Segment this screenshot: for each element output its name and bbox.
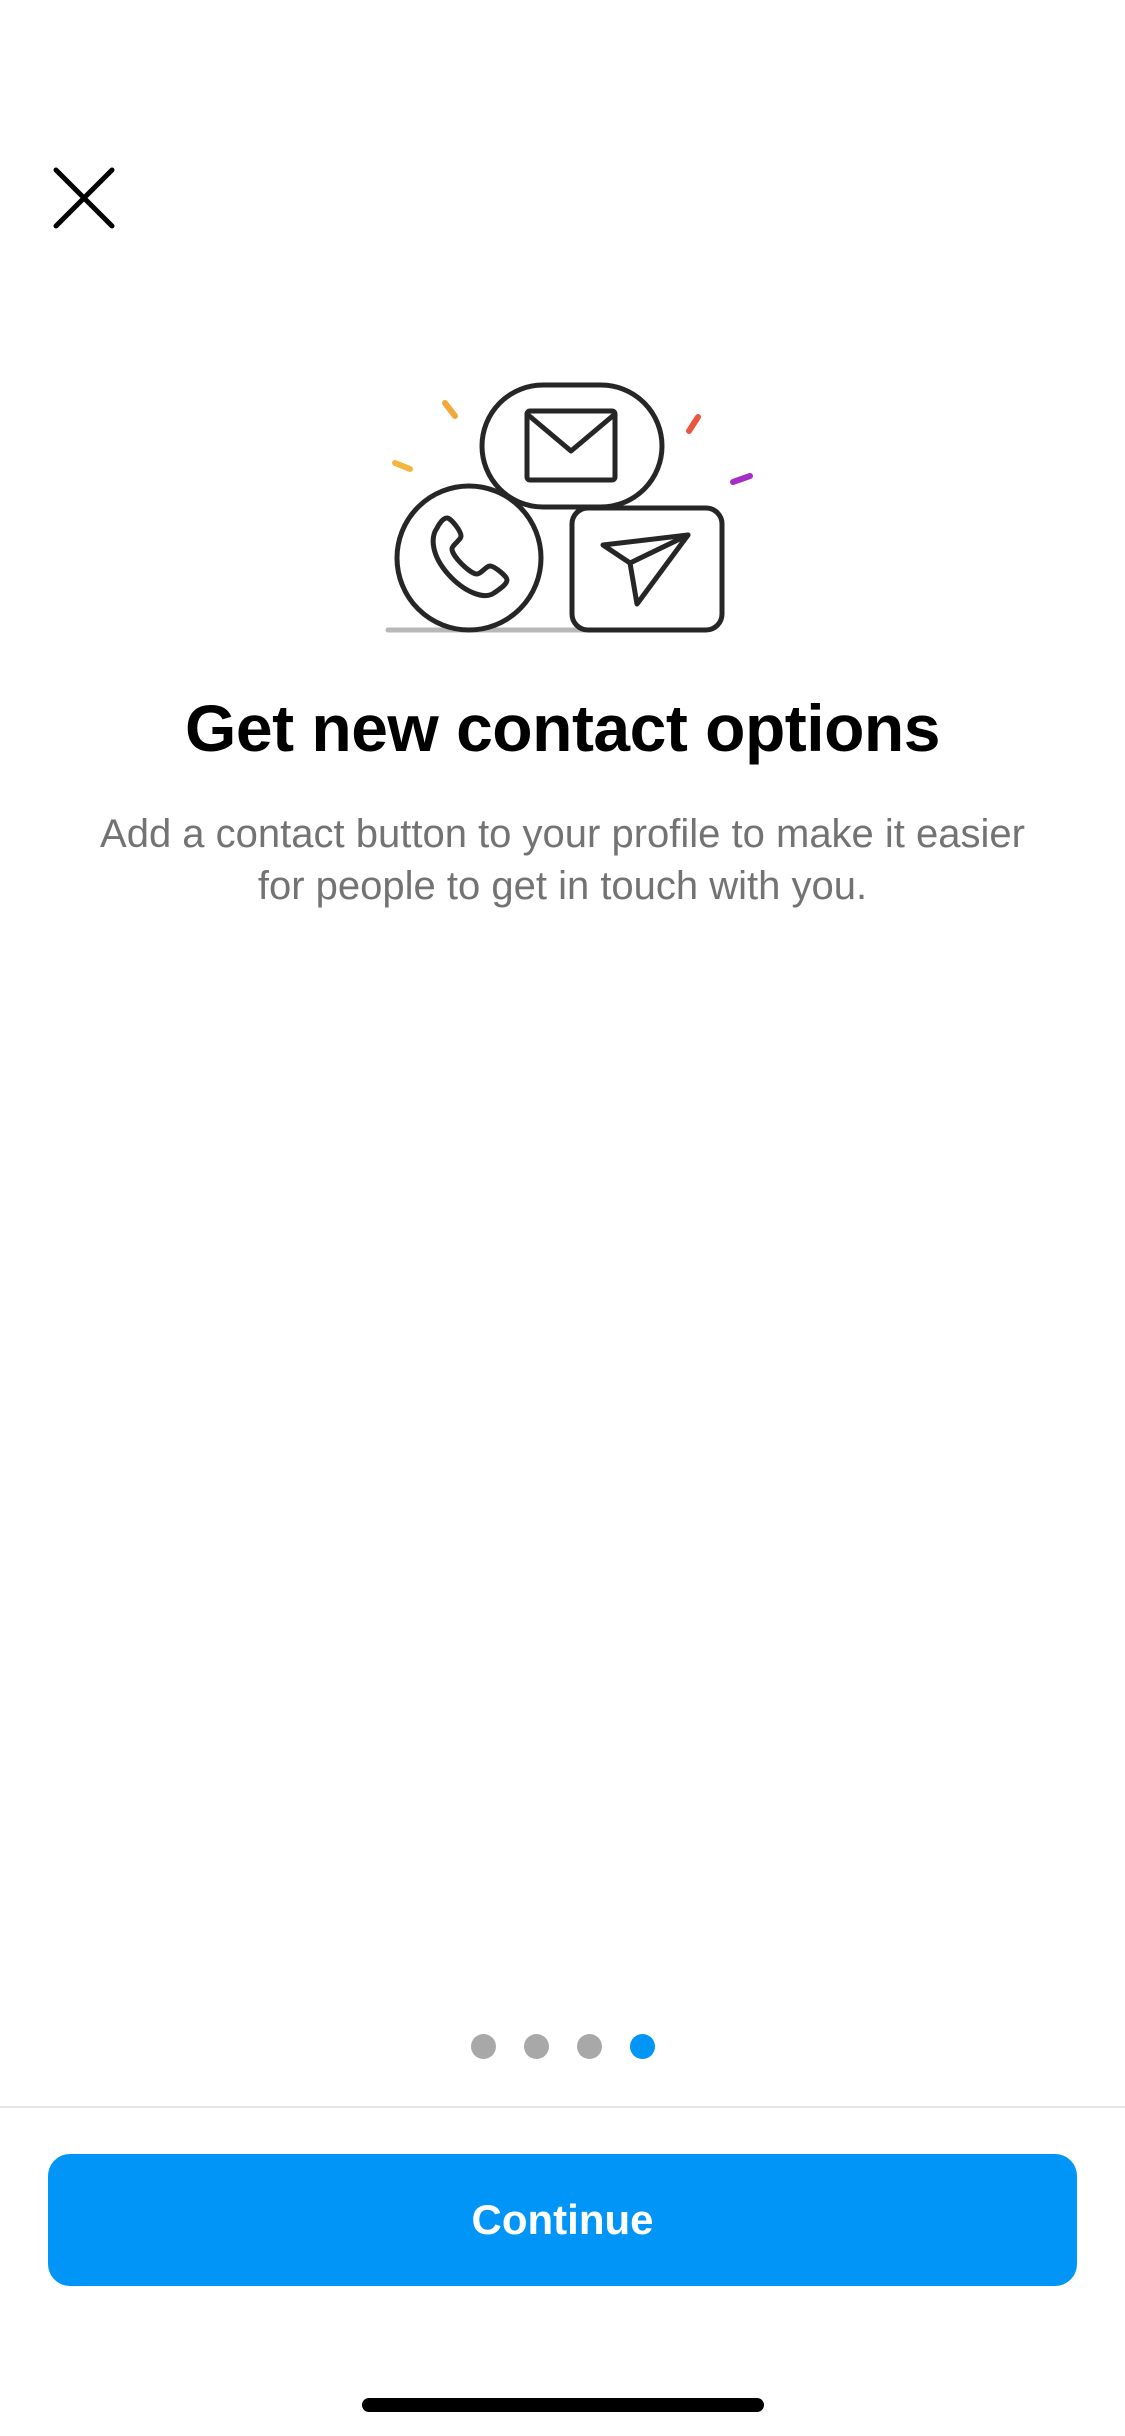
send-icon (569, 505, 725, 633)
sparkle-purple (730, 473, 753, 485)
page-title: Get new contact options (185, 691, 940, 765)
close-icon (53, 167, 115, 229)
close-button[interactable] (44, 158, 124, 238)
page-dot (470, 2033, 496, 2059)
page-dot (523, 2033, 549, 2059)
page-indicator (0, 2033, 1125, 2059)
page-dot-active (629, 2033, 655, 2059)
footer-divider (0, 2106, 1125, 2108)
phone-icon (394, 483, 544, 633)
page-dot (576, 2033, 602, 2059)
home-indicator (362, 2398, 764, 2412)
mail-icon (479, 382, 665, 510)
page-description: Add a contact button to your profile to … (100, 812, 1025, 908)
continue-button[interactable]: Continue (48, 2154, 1077, 2286)
sparkle-orange (442, 400, 458, 419)
sparkle-yellow (392, 460, 413, 472)
contact-options-illustration (385, 382, 753, 633)
sparkle-red (686, 414, 701, 434)
